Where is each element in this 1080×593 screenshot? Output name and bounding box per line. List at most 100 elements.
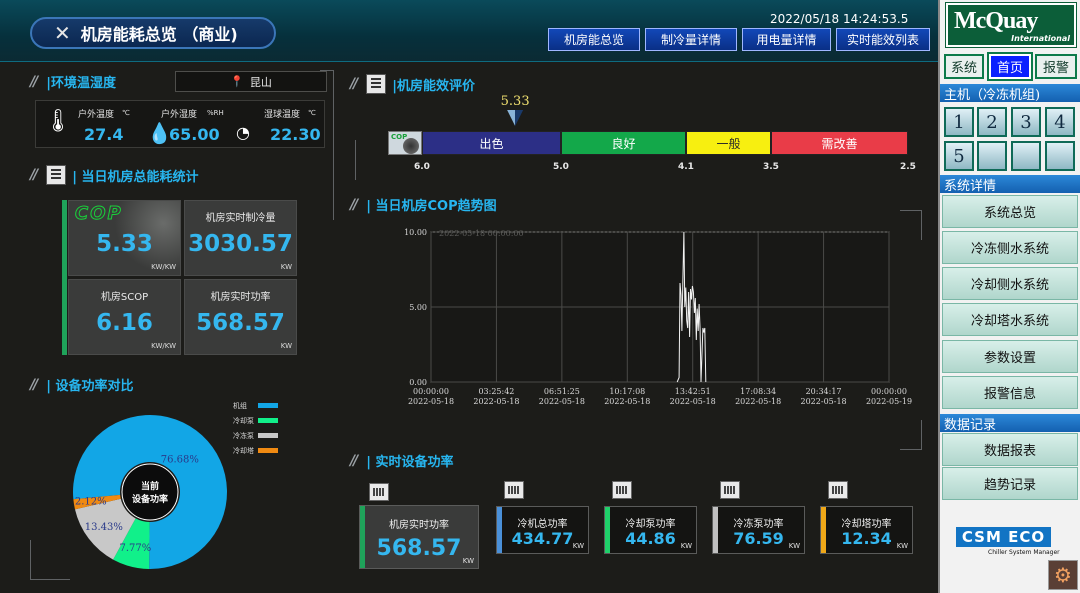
segment-poor: 需改善 [771,131,908,155]
efficiency-marker-value: 5.33 [500,94,530,109]
btn-alarm-info[interactable]: 报警信息 [942,376,1078,409]
cooling-pump-icon [612,481,632,499]
legend-label: 冷却泵 [233,417,254,425]
cooling-tower-icon [828,481,848,499]
nav-cooling-detail[interactable]: 制冷量详情 [645,28,737,51]
legend-swatch [258,433,278,438]
env-outdoor-humidity: 💧 户外湿度 %RH 65.00 [147,109,224,145]
slice-percent-label: 13.43% [85,522,123,533]
host-section-head: 主机（冷冻机组) [940,84,1080,103]
chilled-pump-icon [720,481,740,499]
tab-system[interactable]: 系统 [944,54,984,79]
mcquay-logo: McQuay International [945,2,1077,48]
cop-trend-title: //| 当日机房COP趋势图 [350,196,497,215]
app-window: ✕ 机房能耗总览 （商业) 2022/05/18 14:24:53.5 机房能总… [0,0,1080,593]
tab-alarm[interactable]: 报警 [1035,54,1077,79]
gear-icon[interactable]: ⚙ [1048,560,1078,590]
chiller-unit-button[interactable] [977,141,1007,171]
records-section-head: 数据记录 [940,414,1080,433]
nav-efficiency-list[interactable]: 实时能效列表 [836,28,930,51]
rt-cooling-tower-power: 冷却塔功率 12.34 KW [820,506,913,554]
legend-label: 机组 [233,402,247,410]
legend-swatch [258,403,278,408]
segment-fair: 一般 [686,131,771,155]
btn-cooling-water[interactable]: 冷却侧水系统 [942,267,1078,300]
chiller-unit-button[interactable]: 1 [944,107,974,137]
building-icon [366,74,387,94]
realtime-power-title: //| 实时设备功率 [350,452,454,471]
legend-label: 冷冻泵 [233,432,254,440]
x-tick-time: 10:17:08 [609,387,645,396]
x-tick-time: 00:00:00 [413,387,449,396]
nav-room-overview[interactable]: 机房能总览 [548,28,640,51]
x-tick-date: 2022-05-18 [473,397,519,406]
location-pin-icon: 📍 [230,75,244,88]
x-tick-time: 06:51:25 [544,387,580,396]
btn-data-report[interactable]: 数据报表 [942,433,1078,466]
chiller-unit-button[interactable]: 3 [1011,107,1041,137]
chiller-icon [504,481,524,499]
cop-value: 5.33 [96,231,153,257]
cop-trend-chart: 00:00:002022-05-1803:25:422022-05-1806:5… [404,228,912,406]
btn-parameter-settings[interactable]: 参数设置 [942,340,1078,373]
segment-excellent: 出色 [422,131,561,155]
building-power-icon [369,483,389,501]
efficiency-marker: 5.33 [495,94,535,126]
chiller-unit-button[interactable]: 2 [977,107,1007,137]
tile-cooling-capacity: 机房实时制冷量 3030.57 KW [184,200,297,276]
realtime-power-value: 568.57 [196,310,285,336]
daily-stats-title: //| 当日机房总能耗统计 [30,165,199,185]
efficiency-tick-label: 5.0 [553,162,569,172]
details-section-head: 系统详情 [940,175,1080,194]
slice-percent-label: 7.77% [119,543,151,554]
tile-cop: COP 5.33 KW/KW [68,200,181,276]
chiller-unit-button[interactable] [1045,141,1075,171]
power-donut-chart: 当前设备功率 76.68% 7.77% 13.43% 2.12% [73,415,227,569]
thermometer-icon: 🌡 [44,109,72,134]
donut-center-label-1: 当前 [141,480,159,492]
btn-cooling-tower-water[interactable]: 冷却塔水系统 [942,303,1078,336]
drop-outline-icon: ◔ [236,123,250,142]
datetime-display: 2022/05/18 14:24:53.5 [770,12,909,26]
btn-system-overview[interactable]: 系统总览 [942,195,1078,228]
scop-value: 6.16 [96,310,153,336]
cooling-capacity-value: 3030.57 [188,231,293,257]
x-tick-date: 2022-05-18 [604,397,650,406]
x-tick-time: 13:42:51 [675,387,711,396]
rt-room-power: 机房实时功率 568.57 KW [359,505,479,569]
chiller-unit-button[interactable]: 4 [1045,107,1075,137]
efficiency-tick-label: 6.0 [414,162,430,172]
tile-scop: 机房SCOP 6.16 KW/KW [68,279,181,355]
x-tick-time: 03:25:42 [478,387,514,396]
y-tick-label: 5.00 [409,303,427,312]
marker-arrow-icon [507,110,524,126]
env-outdoor-temp: 🌡 户外温度 ℃ 27.4 [44,109,130,144]
env-wetbulb-temp: ◔ 湿球温度 ℃ 22.30 [236,109,321,144]
slice-percent-label: 76.68% [161,455,199,466]
env-readings-box: 🌡 户外温度 ℃ 27.4 💧 户外湿度 %RH 65.00 ◔ 湿球温度 ℃ … [35,100,325,148]
rt-chiller-power: 冷机总功率 434.77 KW [496,506,589,554]
x-tick-date: 2022-05-18 [670,397,716,406]
chiller-unit-button[interactable]: 5 [944,141,974,171]
nav-power-detail[interactable]: 用电量详情 [742,28,831,51]
power-ratio-title: //| 设备功率对比 [30,376,134,395]
location-name: 昆山 [249,75,272,89]
btn-trend-record[interactable]: 趋势记录 [942,467,1078,500]
efficiency-tick-label: 2.5 [900,162,916,172]
x-tick-time: 20:34:17 [806,387,842,396]
y-tick-label: 0.00 [409,378,427,387]
frame-line [900,420,922,450]
page-title-box: ✕ 机房能耗总览 （商业) [30,17,276,49]
chiller-unit-button[interactable] [1011,141,1041,171]
tab-home[interactable]: 首页 [987,52,1033,81]
chart-annotation: 2022-05-18 00:00:00 [439,229,524,238]
building-icon [46,165,67,185]
efficiency-tick-label: 4.1 [678,162,694,172]
btn-chilled-water[interactable]: 冷冻侧水系统 [942,231,1078,264]
frame-line [355,140,375,180]
right-sidebar: McQuay International 系统 首页 报警 主机（冷冻机组) 1… [938,0,1080,593]
donut-center [121,463,179,521]
x-tick-date: 2022-05-18 [735,397,781,406]
env-section-title: //|环境温湿度 [30,73,116,92]
stats-accent-bar [62,200,67,355]
